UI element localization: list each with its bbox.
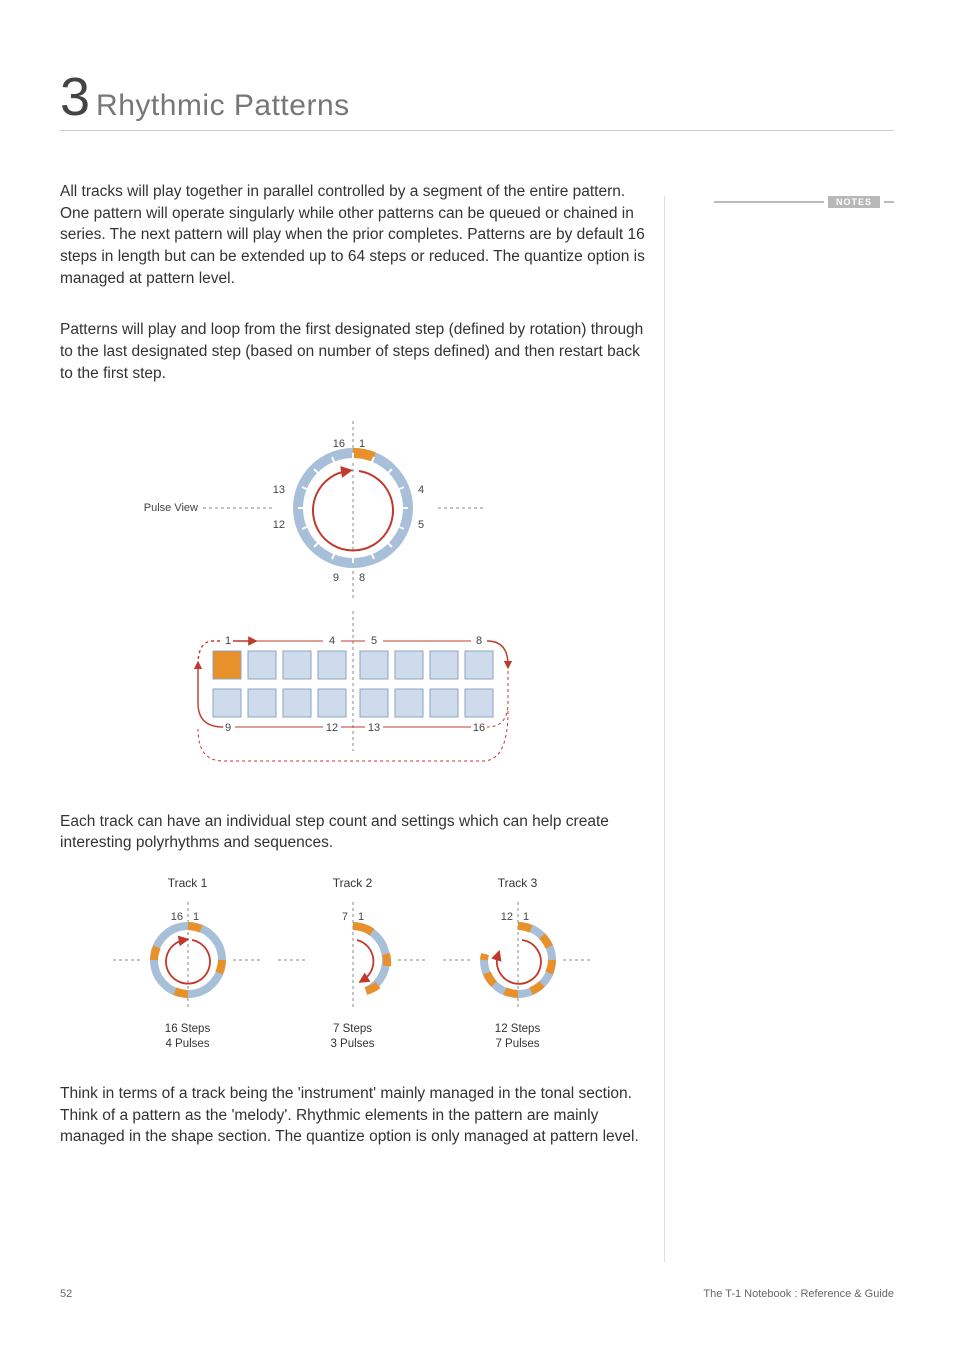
vertical-separator (664, 196, 665, 1262)
svg-text:12: 12 (325, 722, 337, 734)
paragraph-3: Each track can have an individual step c… (60, 811, 645, 854)
svg-text:12: 12 (500, 911, 512, 923)
svg-text:9: 9 (332, 572, 338, 584)
paragraph-1: All tracks will play together in paralle… (60, 181, 645, 289)
track-2: Track 2 7 1 7 Steps3 Pulses (278, 876, 428, 1053)
notes-tab: NOTES (714, 196, 894, 208)
svg-text:13: 13 (272, 484, 284, 496)
svg-text:1: 1 (193, 911, 199, 923)
page-number: 52 (60, 1288, 72, 1300)
svg-text:16: 16 (332, 438, 344, 450)
svg-text:4: 4 (328, 635, 334, 647)
paragraph-2: Patterns will play and loop from the fir… (60, 319, 645, 384)
chapter-title: Rhythmic Patterns (96, 89, 350, 123)
chapter-heading: 3 Rhythmic Patterns (60, 70, 894, 131)
tracks-diagram: Track 1 16 1 1 (60, 876, 645, 1053)
notes-label: NOTES (828, 196, 880, 208)
svg-text:16: 16 (170, 911, 182, 923)
chapter-number: 3 (60, 70, 90, 124)
svg-text:12: 12 (272, 519, 284, 531)
page-footer: 52 The T-1 Notebook : Reference & Guide (60, 1288, 894, 1300)
paragraph-4: Think in terms of a track being the 'ins… (60, 1083, 645, 1148)
svg-text:1: 1 (224, 635, 230, 647)
track-3: Track 3 (443, 876, 593, 1053)
track-1: Track 1 16 1 1 (113, 876, 263, 1053)
svg-text:7: 7 (341, 911, 347, 923)
pulse-view-diagram: Pulse View (60, 411, 645, 781)
svg-text:5: 5 (418, 519, 424, 531)
svg-text:4: 4 (418, 484, 424, 496)
svg-text:1: 1 (359, 438, 365, 450)
svg-text:13: 13 (367, 722, 379, 734)
step-grid-diagram: 1 4 5 8 9 12 13 16 (143, 611, 563, 781)
svg-text:8: 8 (359, 572, 365, 584)
svg-text:1: 1 (523, 911, 529, 923)
svg-text:1: 1 (358, 911, 364, 923)
pulse-view-label: Pulse View (143, 502, 197, 514)
doc-title: The T-1 Notebook : Reference & Guide (703, 1288, 894, 1300)
svg-text:5: 5 (370, 635, 376, 647)
svg-text:9: 9 (224, 722, 230, 734)
svg-text:8: 8 (475, 635, 481, 647)
svg-text:16: 16 (472, 722, 484, 734)
